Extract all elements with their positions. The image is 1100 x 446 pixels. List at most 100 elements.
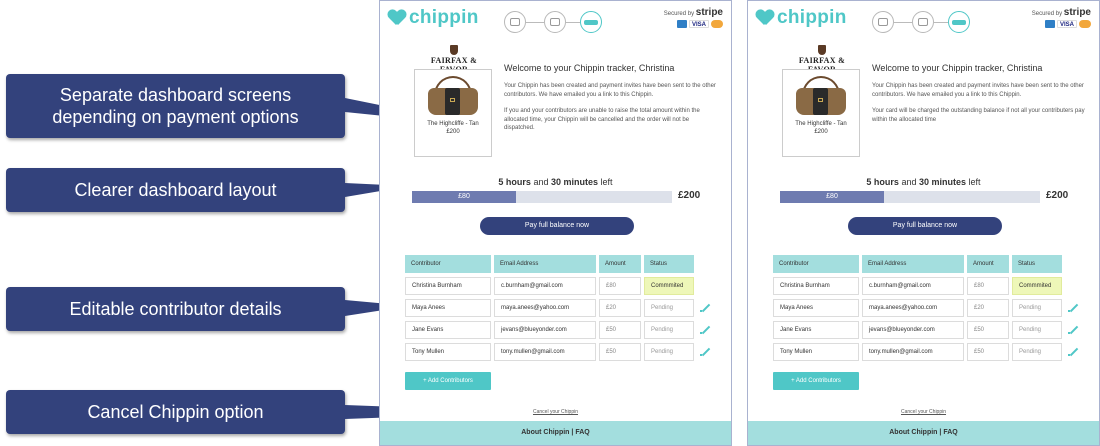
table-row: Christina Burnham c.burnham@gmail.com £8… [773,277,1079,295]
product-card: The Highcliffe - Tan £200 [782,69,860,157]
edit-pencil-icon[interactable] [699,302,711,314]
status-badge: Commmited [1012,277,1062,295]
pay-full-balance-button[interactable]: Pay full balance now [848,217,1002,235]
contributor-email[interactable]: jevans@blueyonder.com [862,321,964,339]
mastercard-icon [711,20,723,28]
table-row: Tony Mullen tony.mullen@gmail.com £50 Pe… [405,343,711,361]
progress-steps [872,11,970,33]
total-amount: £200 [678,190,701,201]
product-price: £200 [446,129,460,135]
footer: About Chippin | FAQ [748,421,1099,445]
contributor-amount[interactable]: £50 [599,343,641,361]
amex-icon [676,20,687,28]
contributor-email: c.burnham@gmail.com [862,277,964,295]
status-badge: Pending [1012,321,1062,339]
welcome-section: Welcome to your Chippin tracker, Christi… [872,63,1087,132]
heart-icon [388,10,406,26]
contributors-table: Contributor Email Address Amount Status … [405,255,711,365]
welcome-section: Welcome to your Chippin tracker, Christi… [504,63,719,141]
footer: About Chippin | FAQ [380,421,731,445]
secured-by-stripe: Secured by stripe VISA [664,7,723,28]
callout-cancel-option: Cancel Chippin option [6,390,345,434]
crest-icon [450,45,458,55]
contributors-step-icon [872,11,894,33]
payment-step-icon [544,11,566,33]
visa-icon: VISA [1056,20,1077,28]
add-contributors-button[interactable]: + Add Contributors [773,372,859,390]
welcome-title: Welcome to your Chippin tracker, Christi… [872,63,1043,73]
contributor-name[interactable]: Maya Anees [773,299,859,317]
handbag-image [426,76,480,116]
mastercard-icon [1079,20,1091,28]
pay-full-balance-button[interactable]: Pay full balance now [480,217,634,235]
chippin-logo: chippin [388,7,479,29]
welcome-text: Your Chippin has been created and paymen… [872,83,1084,98]
contributor-email[interactable]: maya.anees@yahoo.com [862,299,964,317]
table-row: Jane Evans jevans@blueyonder.com £50 Pen… [405,321,711,339]
logo-text: chippin [409,7,479,28]
product-name: The Highcliffe - Tan [427,121,479,127]
add-contributors-button[interactable]: + Add Contributors [405,372,491,390]
total-amount: £200 [1046,190,1069,201]
contributor-amount: £80 [967,277,1009,295]
faq-link[interactable]: FAQ [575,429,589,436]
status-badge: Pending [1012,299,1062,317]
product-name: The Highcliffe - Tan [795,121,847,127]
contributor-amount: £80 [599,277,641,295]
faq-link[interactable]: FAQ [943,429,957,436]
contributor-name[interactable]: Maya Anees [405,299,491,317]
contributors-step-icon [504,11,526,33]
secured-by-stripe: Secured by stripe VISA [1032,7,1091,28]
edit-pencil-icon[interactable] [699,346,711,358]
contributor-email[interactable]: tony.mullen@gmail.com [494,343,596,361]
status-badge: Pending [644,343,694,361]
time-left: 5 hours and 30 minutes left [498,177,613,187]
header: chippin Secured by stripe VISA [380,1,731,37]
amex-icon [1044,20,1055,28]
contributor-name[interactable]: Tony Mullen [405,343,491,361]
status-badge: Pending [644,321,694,339]
secured-label: Secured by [663,11,695,17]
about-link[interactable]: About Chippin [521,429,569,436]
contributor-amount[interactable]: £50 [967,321,1009,339]
crest-icon [818,45,826,55]
cancellation-notice: If you and your contributors are unable … [504,108,700,131]
edit-pencil-icon[interactable] [699,324,711,336]
logo-text: chippin [777,7,847,28]
contributor-email[interactable]: tony.mullen@gmail.com [862,343,964,361]
table-row: Christina Burnham c.burnham@gmail.com £8… [405,277,711,295]
cancel-chippin-link[interactable]: Cancel your Chippin [748,409,1099,415]
cancel-chippin-link[interactable]: Cancel your Chippin [380,409,731,415]
contributor-name[interactable]: Jane Evans [773,321,859,339]
table-row: Jane Evans jevans@blueyonder.com £50 Pen… [773,321,1079,339]
contributor-name[interactable]: Tony Mullen [773,343,859,361]
charge-notice: Your card will be charged the outstandin… [872,108,1085,123]
contributor-name[interactable]: Jane Evans [405,321,491,339]
contributor-amount[interactable]: £20 [967,299,1009,317]
edit-pencil-icon[interactable] [1067,324,1079,336]
table-row: Maya Anees maya.anees@yahoo.com £20 Pend… [773,299,1079,317]
edit-pencil-icon[interactable] [1067,302,1079,314]
callout-editable-details: Editable contributor details [6,287,345,331]
table-row: Maya Anees maya.anees@yahoo.com £20 Pend… [405,299,711,317]
table-header: Contributor Email Address Amount Status [405,255,711,273]
callout-clearer-layout: Clearer dashboard layout [6,168,345,212]
heart-icon [756,10,774,26]
contributors-table: Contributor Email Address Amount Status … [773,255,1079,365]
contributor-amount[interactable]: £50 [967,343,1009,361]
contributor-amount[interactable]: £50 [599,321,641,339]
funding-progress-bar: £80 [412,191,672,203]
dashboard-screen-card-charged: chippin Secured by stripe VISA FAIRFAX &… [747,0,1100,446]
about-link[interactable]: About Chippin [889,429,937,436]
contributor-amount[interactable]: £20 [599,299,641,317]
callout-separate-screens: Separate dashboard screens depending on … [6,74,345,138]
stripe-label: stripe [695,7,723,18]
contributor-email[interactable]: jevans@blueyonder.com [494,321,596,339]
edit-pencil-icon[interactable] [1067,346,1079,358]
contributor-email[interactable]: maya.anees@yahoo.com [494,299,596,317]
progress-steps [504,11,602,33]
contributor-email: c.burnham@gmail.com [494,277,596,295]
contributor-name: Christina Burnham [773,277,859,295]
welcome-text: Your Chippin has been created and paymen… [504,83,716,98]
tracker-step-icon [580,11,602,33]
